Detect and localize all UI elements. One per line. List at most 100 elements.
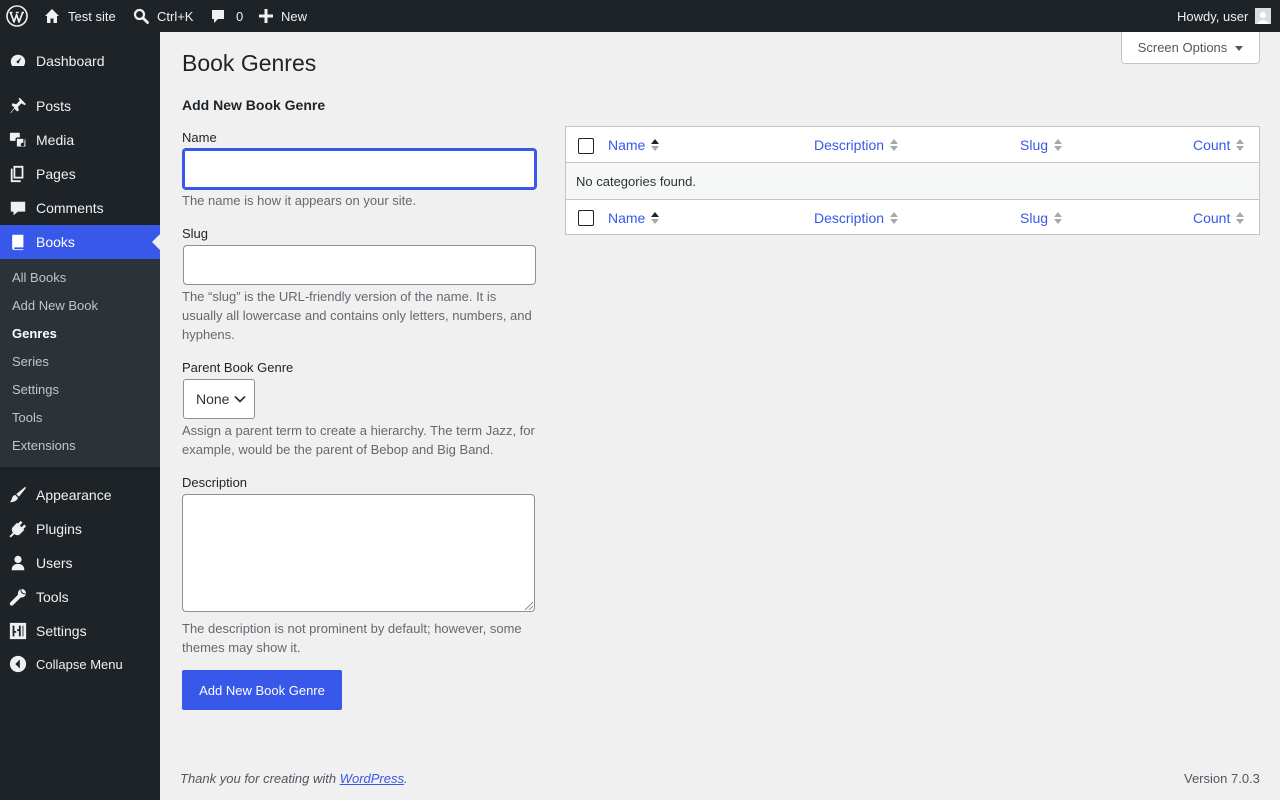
submenu-item-settings[interactable]: Settings	[12, 380, 59, 400]
column-count-header[interactable]: Count	[1193, 127, 1245, 163]
sidebar-item-label: Books	[36, 234, 75, 250]
slug-field[interactable]	[183, 245, 536, 285]
sliders-icon	[0, 622, 36, 640]
admin-sidebar: Dashboard Posts Media Pages Comments Boo…	[0, 32, 160, 800]
column-name-footer[interactable]: Name	[608, 200, 660, 235]
sort-indicator-icon	[890, 139, 899, 151]
screen-options-label: Screen Options	[1137, 40, 1228, 55]
triangle-down-icon	[1235, 46, 1244, 51]
column-count-footer[interactable]: Count	[1193, 200, 1245, 235]
table-header-row: Name Description Slug Count	[566, 127, 1259, 163]
admin-bar: Test site Ctrl+K 0 New Howdy, user	[0, 0, 1280, 32]
slug-label: Slug	[182, 226, 209, 241]
new-content-link[interactable]: New	[259, 0, 307, 32]
user-icon	[0, 554, 36, 572]
column-slug-label: Slug	[1020, 209, 1049, 226]
collapse-menu-label: Collapse Menu	[36, 656, 123, 672]
wordpress-logo-icon[interactable]	[6, 0, 28, 32]
column-description-header[interactable]: Description	[814, 127, 899, 163]
name-field[interactable]	[182, 148, 537, 190]
media-icon	[0, 131, 36, 149]
site-name: Test site	[68, 8, 116, 24]
search-shortcut: Ctrl+K	[157, 8, 194, 24]
sidebar-item-plugins[interactable]: Plugins	[0, 512, 160, 546]
brush-icon	[0, 486, 36, 504]
sidebar-item-posts[interactable]: Posts	[0, 89, 160, 123]
column-description-footer[interactable]: Description	[814, 200, 899, 235]
sort-indicator-icon	[1054, 139, 1063, 151]
description-label: Description	[182, 475, 248, 490]
sidebar-item-label: Comments	[36, 200, 104, 216]
book-icon	[0, 233, 36, 251]
sidebar-item-label: Plugins	[36, 521, 82, 537]
avatar	[1255, 8, 1272, 24]
submenu-item-series[interactable]: Series	[12, 352, 49, 372]
sidebar-item-settings[interactable]: Settings	[0, 614, 160, 648]
sidebar-item-appearance[interactable]: Appearance	[0, 478, 160, 512]
sidebar-item-books[interactable]: Books	[0, 225, 160, 259]
sidebar-item-label: Posts	[36, 98, 72, 114]
footer-thanks: Thank you for creating with WordPress.	[180, 771, 408, 786]
submenu-item-extensions[interactable]: Extensions	[12, 436, 76, 456]
sidebar-item-tools[interactable]: Tools	[0, 580, 160, 614]
submenu-item-all-books[interactable]: All Books	[12, 268, 66, 288]
submenu-item-tools[interactable]: Tools	[12, 408, 42, 428]
comments-link[interactable]: 0	[210, 0, 243, 32]
site-name-link[interactable]: Test site	[44, 0, 116, 32]
my-account-link[interactable]: Howdy, user	[1177, 0, 1272, 32]
column-slug-label: Slug	[1020, 137, 1049, 153]
no-items-row: No categories found.	[566, 163, 1259, 199]
column-slug-header[interactable]: Slug	[1020, 127, 1063, 163]
wordpress-link[interactable]: WordPress	[340, 771, 404, 786]
comment-icon	[210, 8, 226, 24]
comments-count: 0	[236, 8, 244, 24]
sort-indicator-icon	[651, 139, 660, 151]
submenu-item-add-new-book[interactable]: Add New Book	[12, 296, 98, 316]
column-name-label: Name	[608, 137, 646, 153]
add-new-genre-button[interactable]: Add New Book Genre	[182, 670, 342, 710]
chevron-down-icon	[229, 392, 247, 406]
page-title: Book Genres	[182, 50, 317, 76]
table-footer-row: Name Description Slug Count	[566, 199, 1259, 234]
slug-description: The “slug” is the URL-friendly version o…	[182, 289, 532, 342]
sidebar-item-media[interactable]: Media	[0, 123, 160, 157]
sidebar-item-label: Tools	[36, 589, 69, 605]
select-all-checkbox[interactable]	[578, 138, 594, 154]
home-icon	[44, 8, 60, 24]
sidebar-item-users[interactable]: Users	[0, 546, 160, 580]
column-count-label: Count	[1193, 209, 1231, 226]
howdy-text: Howdy, user	[1177, 8, 1249, 24]
sidebar-item-pages[interactable]: Pages	[0, 157, 160, 191]
column-description-label: Description	[814, 209, 885, 226]
sidebar-item-comments[interactable]: Comments	[0, 191, 160, 225]
column-count-label: Count	[1193, 137, 1231, 153]
parent-select[interactable]: None	[183, 379, 255, 419]
new-label: New	[281, 8, 308, 24]
sort-indicator-icon	[890, 211, 899, 224]
sidebar-item-label: Settings	[36, 623, 87, 639]
sidebar-item-label: Pages	[36, 166, 76, 182]
sidebar-item-dashboard[interactable]: Dashboard	[0, 44, 160, 78]
description-field[interactable]	[182, 494, 535, 612]
sidebar-item-label: Users	[36, 555, 73, 571]
pushpin-icon	[0, 97, 36, 115]
submenu-item-genres[interactable]: Genres	[12, 324, 57, 344]
dashboard-icon	[0, 52, 36, 70]
name-label: Name	[182, 130, 217, 145]
parent-description: Assign a parent term to create a hierarc…	[182, 423, 535, 457]
pages-icon	[0, 165, 36, 183]
collapse-arrow-icon	[0, 655, 36, 673]
genres-table: Name Description Slug Count No categorie…	[565, 126, 1260, 235]
screen-options-button[interactable]: Screen Options	[1121, 32, 1260, 64]
description-description: The description is not prominent by defa…	[182, 621, 522, 655]
column-slug-footer[interactable]: Slug	[1020, 200, 1063, 235]
wrench-icon	[0, 588, 36, 606]
column-description-label: Description	[814, 137, 885, 153]
column-name-header[interactable]: Name	[608, 127, 660, 163]
collapse-menu-button[interactable]: Collapse Menu	[0, 647, 160, 681]
select-all-checkbox-footer[interactable]	[578, 210, 594, 226]
command-palette-button[interactable]: Ctrl+K	[133, 0, 193, 32]
resize-handle-icon[interactable]	[524, 601, 533, 610]
books-submenu: All Books Add New Book Genres Series Set…	[0, 259, 160, 467]
name-description: The name is how it appears on your site.	[182, 193, 417, 208]
